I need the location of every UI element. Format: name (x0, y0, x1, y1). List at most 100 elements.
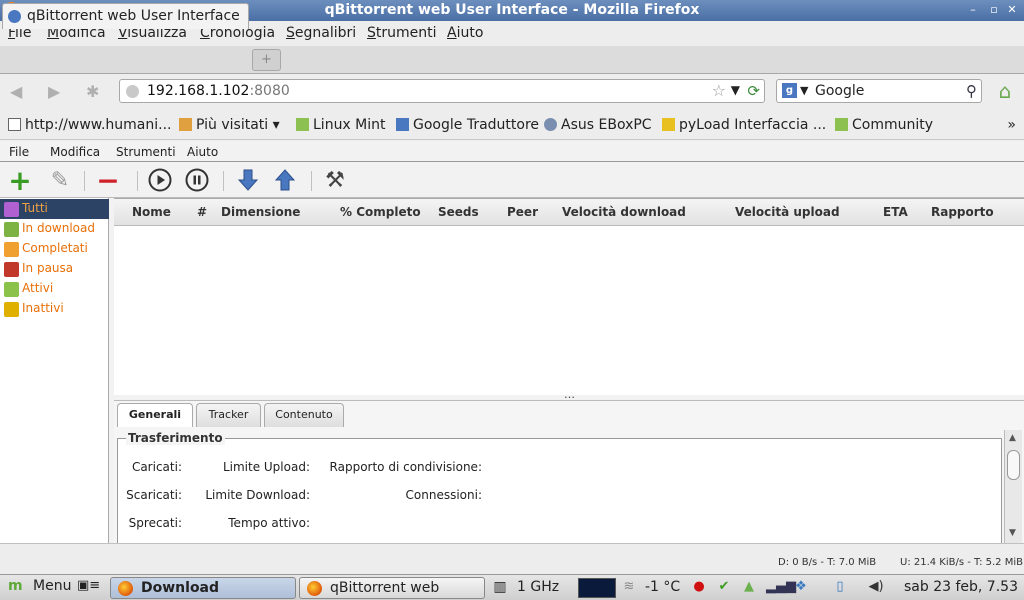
filter-in-pausa[interactable]: In pausa (0, 259, 109, 279)
tab-strip (0, 46, 1024, 74)
menu-segnalibri[interactable]: Segnalibri (286, 25, 356, 41)
folder-icon (179, 118, 192, 131)
temperature: -1 °C (645, 579, 681, 595)
menu-strumenti[interactable]: Strumenti (367, 25, 437, 41)
shield-icon[interactable]: ✔ (716, 579, 732, 595)
translate-icon (396, 118, 409, 131)
task-qbittorrent[interactable]: qBittorrent web User... (299, 577, 485, 599)
cpu-freq-icon: ▥ (493, 579, 507, 595)
bookmark-humani[interactable]: http://www.humani... (8, 117, 171, 133)
bookmark-asus-eboxpc[interactable]: Asus EBoxPC (544, 117, 652, 133)
col-dimensione[interactable]: Dimensione (221, 205, 300, 219)
globe-icon (126, 85, 139, 98)
add-torrent-icon[interactable]: + (7, 167, 33, 195)
bookmark-community[interactable]: Community (835, 117, 933, 133)
task-download[interactable]: Download (110, 577, 296, 599)
torrent-list[interactable] (114, 198, 1024, 395)
webui-menu-modifica[interactable]: Modifica (50, 145, 100, 159)
webui-menu-file[interactable]: File (9, 145, 29, 159)
tab-generali[interactable]: Generali (117, 403, 193, 427)
bookmark-linux-mint[interactable]: Linux Mint (296, 117, 386, 133)
bookmark-star-icon[interactable]: ☆ (712, 81, 726, 100)
show-desktop-icon[interactable]: ▣≡ (77, 578, 100, 593)
tab-qbittorrent[interactable]: qBittorrent web User Interface (2, 3, 249, 29)
scroll-thumb[interactable] (1007, 450, 1020, 480)
maximize-icon[interactable]: ▫ (987, 2, 1001, 18)
engine-dropdown-icon[interactable]: ▼ (800, 84, 808, 97)
col-eta[interactable]: ETA (883, 205, 908, 219)
toolbar-separator (137, 171, 138, 191)
resume-icon[interactable] (147, 168, 173, 194)
back-icon[interactable]: ◀ (10, 82, 22, 101)
close-icon[interactable]: ✕ (1005, 2, 1019, 18)
priority-down-icon[interactable] (235, 168, 261, 194)
label-limite-download: Limite Download: (205, 488, 310, 502)
scroll-down-icon[interactable]: ▼ (1009, 528, 1016, 538)
clipboard-icon[interactable]: ▯ (832, 579, 848, 595)
bookmarks-overflow-chevron[interactable]: » (1007, 117, 1016, 133)
mint-icon (835, 118, 848, 131)
col-number[interactable]: # (197, 205, 207, 219)
col-seeds[interactable]: Seeds (438, 205, 479, 219)
network-icon[interactable]: ▂▄▆ (766, 579, 796, 595)
google-icon[interactable]: g (782, 83, 797, 98)
col-velocita-download[interactable]: Velocità download (562, 205, 686, 219)
label-limite-upload: Limite Upload: (222, 460, 310, 474)
col-peer[interactable]: Peer (507, 205, 538, 219)
filter-in-download[interactable]: In download (0, 219, 109, 239)
col-nome[interactable]: Nome (132, 205, 171, 219)
col-rapporto[interactable]: Rapporto (931, 205, 994, 219)
label-caricati: Caricati: (131, 460, 182, 474)
all-icon (4, 202, 19, 217)
panel-scrollbar[interactable]: ▲ ▼ (1004, 430, 1022, 543)
home-icon[interactable]: ⌂ (993, 80, 1017, 102)
new-tab-button[interactable]: + (252, 49, 281, 71)
update-icon[interactable]: ▲ (741, 579, 757, 595)
dropbox-icon[interactable]: ❖ (793, 579, 809, 595)
col-velocita-upload[interactable]: Velocità upload (735, 205, 840, 219)
url-dropdown-icon[interactable]: ▼ (731, 83, 740, 97)
filter-attivi[interactable]: Attivi (0, 279, 109, 299)
forward-icon[interactable]: ▶ (48, 82, 60, 101)
tab-tracker[interactable]: Tracker (196, 403, 261, 427)
url-bar[interactable]: 192.168.1.102:8080 ☆ ▼ ⟳ (119, 79, 765, 103)
scroll-up-icon[interactable]: ▲ (1009, 433, 1016, 443)
search-bar[interactable]: g ▼ Google ⚲ (776, 79, 982, 103)
filter-tutti[interactable]: Tutti (0, 199, 109, 219)
bookmark-pyload[interactable]: pyLoad Interfaccia ... (662, 117, 826, 133)
webui-menu-aiuto[interactable]: Aiuto (187, 145, 218, 159)
col-completo[interactable]: % Completo (340, 205, 421, 219)
python-icon (662, 118, 675, 131)
bookmark-google-traduttore[interactable]: Google Traduttore (396, 117, 539, 133)
pause-icon[interactable] (184, 168, 210, 194)
cpu-frequency: 1 GHz (517, 579, 560, 595)
clock[interactable]: sab 23 feb, 7.53 (904, 579, 1018, 595)
bookmark-piu-visitati[interactable]: Più visitati ▾ (179, 117, 280, 133)
filter-inattivi[interactable]: Inattivi (0, 299, 109, 319)
search-icon[interactable]: ⚲ (966, 82, 977, 100)
filter-completati[interactable]: Completati (0, 239, 109, 259)
search-placeholder: Google (815, 83, 865, 99)
toolbar-separator (223, 171, 224, 191)
completed-icon (4, 242, 19, 257)
delete-icon[interactable]: − (95, 167, 121, 195)
volume-icon[interactable]: ◀) (868, 579, 884, 595)
mint-menu-icon[interactable]: m (8, 578, 23, 594)
options-icon[interactable]: ⚒ (322, 168, 348, 194)
identity-icon[interactable]: ✱ (86, 82, 99, 101)
reload-icon[interactable]: ⟳ (747, 82, 760, 100)
filters-sidebar: Tutti In download Completati In pausa At… (0, 198, 109, 543)
menu-button[interactable]: Menu (33, 578, 71, 594)
add-link-icon[interactable]: ✎ (47, 168, 73, 194)
firefox-icon (307, 581, 322, 596)
label-rapporto-condivisione: Rapporto di condivisione: (329, 460, 482, 474)
stop-icon[interactable]: ● (691, 579, 707, 595)
priority-up-icon[interactable] (272, 168, 298, 194)
webui-menu-strumenti[interactable]: Strumenti (116, 145, 176, 159)
webui-menubar: File Modifica Strumenti Aiuto (0, 141, 1024, 162)
menu-aiuto[interactable]: Aiuto (447, 25, 483, 41)
taskbar: m Menu ▣≡ Download qBittorrent web User.… (0, 574, 1024, 600)
label-connessioni: Connessioni: (405, 488, 482, 502)
tab-contenuto[interactable]: Contenuto (264, 403, 344, 427)
minimize-icon[interactable]: – (966, 2, 980, 18)
